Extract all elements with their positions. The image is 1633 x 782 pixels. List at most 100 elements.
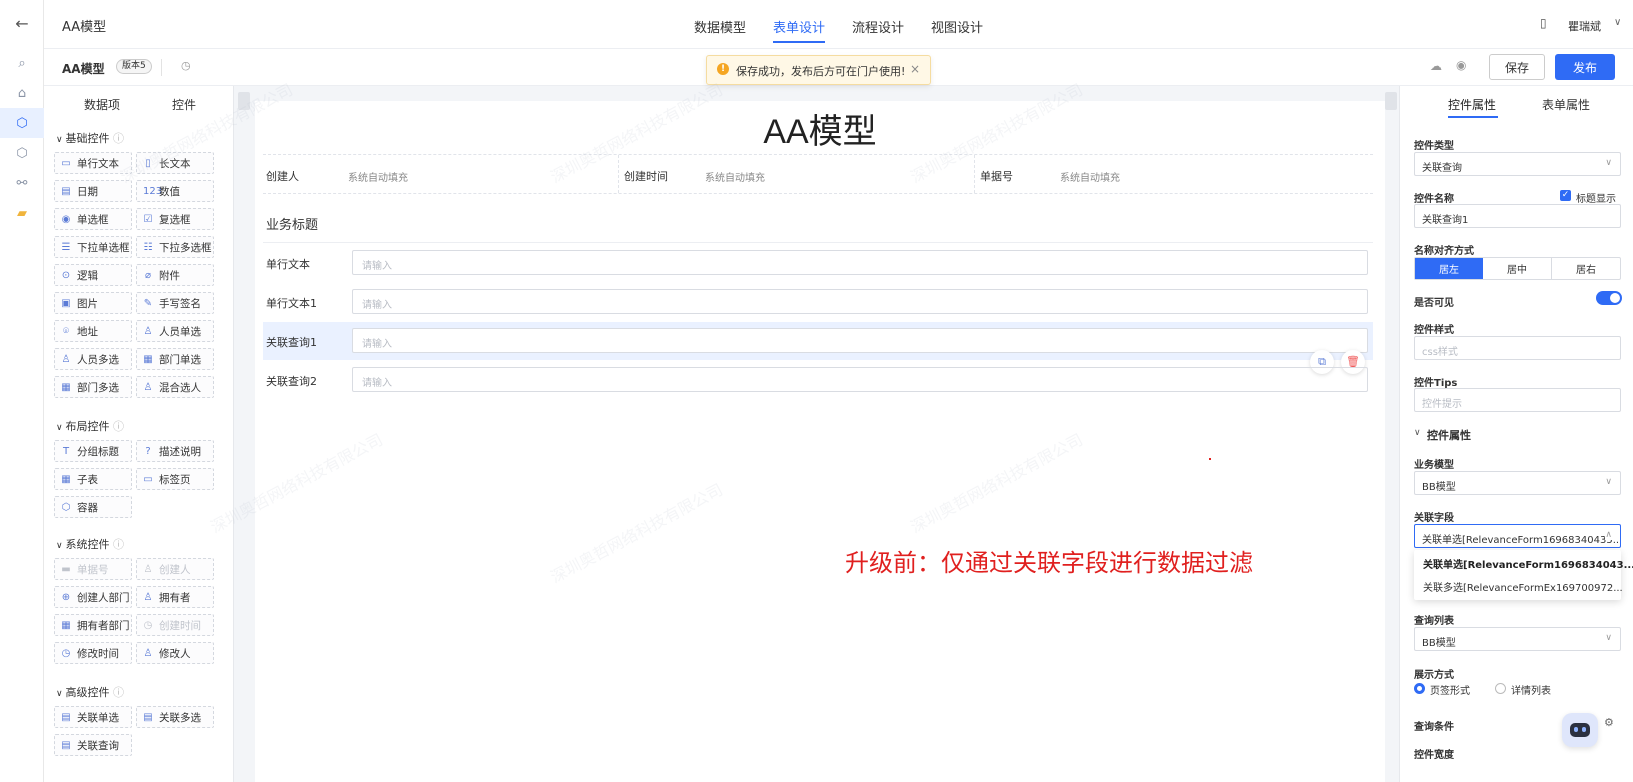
control-item[interactable]: ▭ 单行文本 [54,152,132,174]
field-input[interactable]: 请输入 [352,250,1368,275]
control-item[interactable]: ♙ 创建人 [136,558,214,580]
tab-form-design[interactable]: 表单设计 [773,17,826,43]
chevron-down-icon[interactable]: ∨ [1614,17,1621,28]
collapse-right-handle[interactable] [1385,92,1397,110]
close-icon[interactable]: × [910,62,920,76]
folder-icon[interactable]: ▰ [0,198,44,228]
control-label: 混合选人 [159,381,201,394]
control-item[interactable]: ▯ 长文本 [136,152,214,174]
tab-view-design[interactable]: 视图设计 [931,17,983,36]
group-header[interactable]: ∨ 高级控件 ⓘ [56,684,124,700]
group-header[interactable]: ∨ 基础控件 ⓘ [56,130,124,146]
control-item[interactable]: T 分组标题 [54,440,132,462]
search-icon[interactable]: ⌕ [0,48,44,78]
doc-icon[interactable]: ▯ [1540,16,1547,30]
tips-input[interactable]: 控件提示 [1414,388,1621,412]
dropdown-option[interactable]: 关联多选[RelevanceFormEx169700972... [1423,579,1623,594]
control-item[interactable]: ☷ 下拉多选框 [136,236,214,258]
biz-model-select[interactable]: BB模型 ∨ [1414,471,1621,495]
collapse-left-handle[interactable] [238,92,250,110]
radio-tab-mode[interactable] [1414,683,1425,694]
control-item[interactable]: ▤ 关联查询 [54,734,132,756]
title-display-checkbox[interactable]: ✓ [1560,190,1571,201]
control-name-input[interactable]: 关联查询1 [1414,204,1621,228]
visible-toggle[interactable] [1596,291,1622,305]
group-header[interactable]: ∨ 布局控件 ⓘ [56,418,124,434]
field-input[interactable]: 请输入 [352,328,1368,353]
back-arrow-icon[interactable]: ← [0,8,44,38]
control-item[interactable]: ▭ 标签页 [136,468,214,490]
home-icon[interactable]: ⌂ [0,78,44,108]
control-item[interactable]: ⊕ 创建人部门 [54,586,132,608]
control-item[interactable]: ⌾ 地址 [54,320,132,342]
control-item[interactable]: ▤ 日期 [54,180,132,202]
control-item[interactable]: ▦ 子表 [54,468,132,490]
app-title: AA模型 [62,20,107,35]
query-list-select[interactable]: BB模型 ∨ [1414,627,1621,651]
tab-controls[interactable]: 控件 [172,96,196,113]
toast-message: 保存成功，发布后方可在门户使用! [736,65,906,78]
control-item[interactable]: ▬ 单据号 [54,558,132,580]
user-name[interactable]: 瞿瑞斌 [1568,18,1601,34]
control-item[interactable]: ☰ 下拉单选框 [54,236,132,258]
control-item[interactable]: ⬡ 容器 [54,496,132,518]
control-item[interactable]: ? 描述说明 [136,440,214,462]
history-icon[interactable]: ◷ [181,59,191,72]
control-type-select[interactable]: 关联查询 ∨ [1414,152,1621,176]
control-item[interactable]: ♙ 人员单选 [136,320,214,342]
control-item[interactable]: ◷ 修改时间 [54,642,132,664]
props-section-title[interactable]: 控件属性 [1427,427,1471,443]
radio-detail-mode[interactable] [1495,683,1506,694]
style-input[interactable]: css样式 [1414,336,1621,360]
control-item[interactable]: ☑ 复选框 [136,208,214,230]
control-item[interactable]: ▦ 拥有者部门 [54,614,132,636]
control-item[interactable]: ♙ 修改人 [136,642,214,664]
box-icon[interactable]: ⬡ [0,138,44,168]
tab-control-props[interactable]: 控件属性 [1448,96,1496,113]
field-input[interactable]: 请输入 [352,289,1368,314]
help-icon: ⓘ [109,686,124,699]
assistant-bot-icon[interactable] [1562,713,1598,747]
control-item[interactable]: ▦ 部门多选 [54,376,132,398]
control-item[interactable]: ✎ 手写签名 [136,292,214,314]
control-item[interactable]: ⌀ 附件 [136,264,214,286]
field-row[interactable]: 关联查询2 请输入 [263,361,1373,399]
section-title-row[interactable]: 业务标题 [263,205,1373,243]
tab-data-items[interactable]: 数据项 [84,96,120,113]
dropdown-option[interactable]: 关联单选[RelevanceForm1696834043... [1423,556,1633,571]
field-row[interactable]: 单行文本 请输入 [263,244,1373,282]
settings-gear-icon[interactable]: ⚙ [1604,716,1614,729]
align-center-option[interactable]: 居中 [1483,258,1552,279]
control-item[interactable]: ◷ 创建时间 [136,614,214,636]
link-icon[interactable]: ⚯ [0,168,44,198]
control-item[interactable]: ♙ 混合选人 [136,376,214,398]
control-item[interactable]: ▣ 图片 [54,292,132,314]
cloud-upload-icon[interactable]: ☁ [1430,59,1442,73]
control-item[interactable]: ♙ 人员多选 [54,348,132,370]
system-fields-row[interactable]: 创建人 系统自动填充 创建时间 系统自动填充 单据号 系统自动填充 [263,154,1373,194]
control-item[interactable]: ▦ 部门单选 [136,348,214,370]
group-header[interactable]: ∨ 系统控件 ⓘ [56,536,124,552]
section-title: 业务标题 [266,218,319,233]
eye-icon[interactable]: ◉ [1456,58,1466,72]
publish-button[interactable]: 发布 [1555,54,1615,80]
tab-flow-design[interactable]: 流程设计 [852,17,904,36]
tab-form-props[interactable]: 表单属性 [1542,96,1590,113]
control-item[interactable]: ⊙ 逻辑 [54,264,132,286]
save-button[interactable]: 保存 [1489,54,1545,80]
cube-icon[interactable]: ⬡ [0,108,44,138]
control-item[interactable]: ▤ 关联单选 [54,706,132,728]
control-item[interactable]: ▤ 关联多选 [136,706,214,728]
rel-field-select[interactable]: 关联单选[RelevanceForm16968340435... ∧ [1414,524,1621,548]
control-item[interactable]: ◉ 单选框 [54,208,132,230]
control-item[interactable]: 123 数值 [136,180,214,202]
chevron-down-icon[interactable]: ∨ [1414,428,1421,438]
field-row-selected[interactable]: 关联查询1 请输入 [263,322,1373,360]
align-right-option[interactable]: 居右 [1552,258,1620,279]
control-label: 分组标题 [77,445,119,458]
align-left-option[interactable]: 居左 [1415,258,1483,279]
field-row[interactable]: 单行文本1 请输入 [263,283,1373,321]
tab-data-model[interactable]: 数据模型 [694,17,746,36]
control-item[interactable]: ♙ 拥有者 [136,586,214,608]
field-input[interactable]: 请输入 [352,367,1368,392]
